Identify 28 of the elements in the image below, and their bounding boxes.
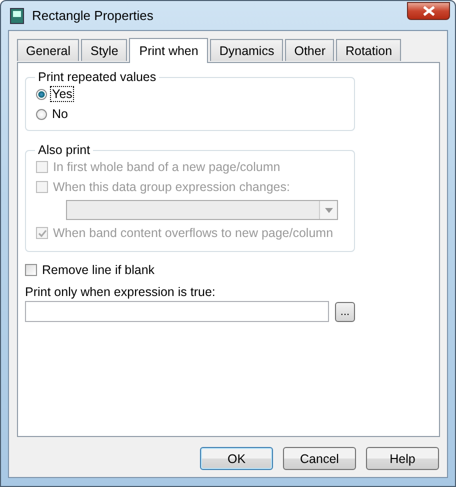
- tab[interactable]: General: [17, 39, 80, 61]
- group-title: Also print: [37, 143, 92, 157]
- tab[interactable]: Rotation: [336, 39, 402, 61]
- caret-icon: [324, 208, 332, 212]
- window-title: Rectangle Properties: [32, 8, 154, 23]
- checkbox-label: Remove line if blank: [41, 263, 156, 277]
- expression-field[interactable]: [25, 301, 329, 322]
- checkbox[interactable]: [25, 264, 37, 276]
- browse-button[interactable]: ...: [335, 302, 355, 322]
- tab[interactable]: Print when: [129, 38, 208, 63]
- radio-button[interactable]: [36, 108, 47, 120]
- close-icon: [422, 6, 434, 16]
- field-label: Print only when expression is true:: [25, 284, 216, 301]
- tab[interactable]: Style: [81, 39, 128, 61]
- dialog-button[interactable]: Help: [366, 447, 439, 470]
- dialog-button[interactable]: OK: [200, 447, 273, 470]
- radio-label: No: [51, 107, 69, 121]
- radio-button[interactable]: [36, 88, 47, 100]
- checkbox-label: When this data group expression changes:: [52, 180, 291, 194]
- tab[interactable]: Dynamics: [210, 39, 284, 61]
- window-icon: [10, 8, 24, 24]
- group-title: Print repeated values: [37, 70, 158, 84]
- checkbox-label: When band content overflows to new page/column: [52, 226, 334, 240]
- close-button[interactable]: [407, 2, 450, 20]
- radio-label: Yes: [51, 87, 74, 101]
- dialog-button[interactable]: Cancel: [283, 447, 356, 470]
- checkbox-label: In first whole band of a new page/column: [52, 160, 282, 174]
- tab[interactable]: Other: [285, 39, 334, 61]
